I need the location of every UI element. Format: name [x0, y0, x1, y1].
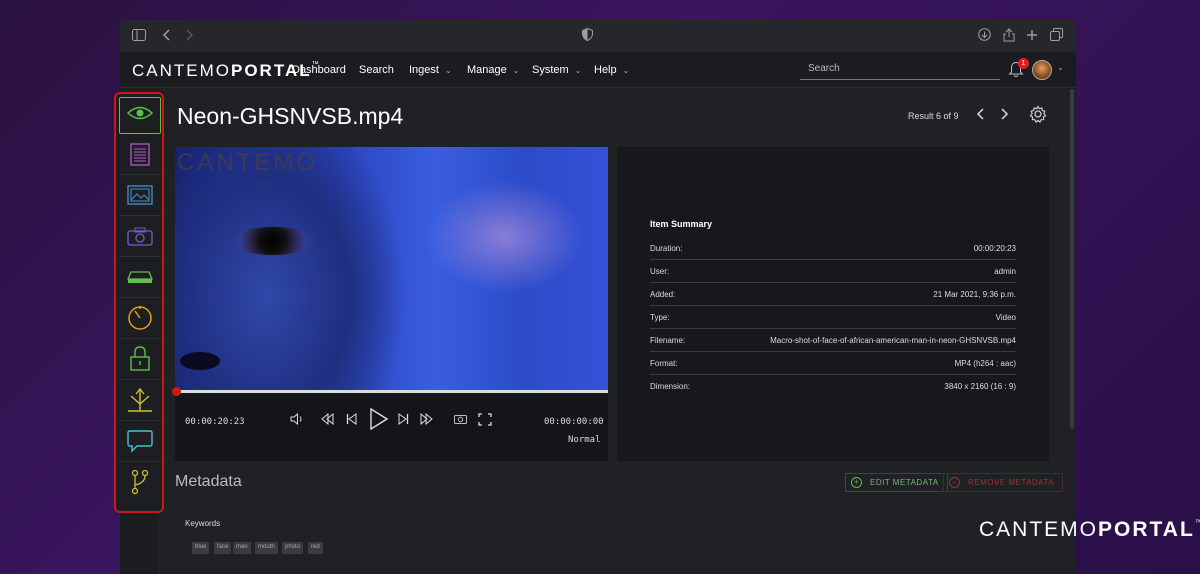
item-sidebar	[114, 92, 164, 513]
next-result-button[interactable]	[1000, 107, 1009, 124]
branch-icon	[130, 469, 150, 500]
tabs-overview-icon[interactable]	[1050, 28, 1063, 44]
shield-icon	[582, 27, 593, 44]
chevron-down-icon: ⌄	[574, 66, 582, 75]
keyword-tag[interactable]: red	[308, 542, 323, 554]
camera-icon	[127, 226, 153, 251]
sidebar-icon[interactable]	[132, 28, 146, 44]
frame-back-icon[interactable]	[320, 412, 334, 428]
skip-end-icon[interactable]	[397, 413, 409, 428]
gear-icon[interactable]	[1029, 105, 1047, 128]
app-logo[interactable]: CANTEMOPORTAL™	[132, 61, 319, 81]
keyword-tag[interactable]: man	[233, 542, 251, 554]
chevron-right-icon[interactable]	[184, 28, 194, 44]
video-eye-detail	[230, 227, 315, 255]
keywords-label: Keywords	[185, 519, 221, 528]
summary-row: User: admin	[650, 260, 1016, 283]
skip-start-icon[interactable]	[346, 413, 358, 428]
previous-result-button[interactable]	[976, 107, 985, 124]
plus-icon: +	[851, 477, 862, 488]
chevron-down-icon: ⌄	[444, 66, 452, 75]
summary-row: Duration: 00:00:20:23	[650, 237, 1016, 260]
fullscreen-icon[interactable]	[478, 413, 492, 429]
timer-icon	[127, 305, 153, 336]
sidebar-item-comments[interactable]	[119, 425, 161, 462]
edit-metadata-button[interactable]: + EDIT METADATA	[845, 473, 948, 492]
summary-row: Format: MP4 (h264 : aac)	[650, 352, 1016, 375]
lock-icon	[130, 345, 150, 377]
browser-toolbar	[120, 20, 1076, 53]
remove-metadata-button[interactable]: − REMOVE METADATA	[943, 473, 1064, 492]
volume-icon[interactable]	[290, 412, 304, 428]
keyword-tag[interactable]: blue	[192, 542, 210, 554]
sidebar-item-distribute[interactable]	[119, 384, 161, 421]
sidebar-item-document[interactable]	[119, 138, 161, 175]
chevron-down-icon: ⌄	[622, 66, 630, 75]
scrollbar[interactable]	[1070, 89, 1074, 429]
search-input[interactable]: Search	[800, 60, 1000, 80]
progress-bar[interactable]	[175, 390, 608, 393]
main-content: Neon-GHSNVSB.mp4 Result 6 of 9 CANTEMO 0…	[120, 89, 1076, 574]
progress-handle[interactable]	[172, 387, 181, 396]
comment-icon	[127, 429, 153, 458]
keyword-tag[interactable]: mouth	[255, 542, 278, 554]
video-player: CANTEMO 00:00:20:23 00:00:00:00 Normal	[172, 147, 608, 461]
item-summary-panel: Item Summary Duration: 00:00:20:23 User: a…	[617, 147, 1049, 461]
summary-title: Item Summary	[650, 219, 713, 229]
playback-speed[interactable]: Normal	[568, 435, 601, 445]
nav-search[interactable]: Search	[359, 64, 394, 76]
sidebar-item-versions[interactable]	[119, 466, 161, 503]
app-header: CANTEMOPORTAL™ Dashboard Search Ingest ⌄ …	[120, 53, 1076, 88]
page-title: Neon-GHSNVSB.mp4	[177, 103, 404, 129]
avatar[interactable]	[1032, 60, 1052, 80]
image-icon	[127, 184, 153, 210]
video-watermark: CANTEMO	[177, 149, 318, 176]
download-icon[interactable]	[978, 28, 991, 44]
share-browser-icon[interactable]	[1003, 28, 1015, 45]
keyword-tag[interactable]: photo	[282, 542, 304, 554]
summary-row: Type: Video	[650, 306, 1016, 329]
share-icon	[127, 387, 153, 418]
play-icon[interactable]	[369, 407, 389, 434]
sidebar-item-storage[interactable]	[119, 261, 161, 298]
chevron-down-icon[interactable]: ⌄	[1057, 63, 1064, 72]
sidebar-item-images[interactable]	[119, 179, 161, 216]
minus-icon: −	[949, 477, 960, 488]
document-icon	[130, 142, 150, 171]
nav-dashboard[interactable]: Dashboard	[292, 64, 346, 76]
browser-window: CANTEMOPORTAL™ Dashboard Search Ingest ⌄ …	[120, 20, 1076, 574]
result-counter: Result 6 of 9	[908, 111, 959, 121]
summary-row: Filename: Macro-shot-of-face-of-african-a…	[650, 329, 1016, 352]
sidebar-item-camera[interactable]	[119, 220, 161, 257]
new-tab-icon[interactable]	[1026, 28, 1038, 44]
video-shadow-detail	[180, 352, 220, 370]
summary-row: Dimension: 3840 x 2160 (16 : 9)	[650, 382, 1016, 391]
brand-logo: CANTEMOPORTAL™	[979, 518, 1200, 541]
nav-manage[interactable]: Manage ⌄	[467, 64, 519, 76]
frame-forward-icon[interactable]	[420, 412, 434, 428]
sidebar-item-access[interactable]	[119, 343, 161, 380]
storage-icon	[127, 270, 153, 289]
nav-system[interactable]: System ⌄	[532, 64, 581, 76]
end-timecode: 00:00:00:00	[544, 417, 604, 427]
current-timecode: 00:00:20:23	[185, 417, 245, 427]
sidebar-item-timer[interactable]	[119, 302, 161, 339]
chevron-left-icon[interactable]	[162, 28, 172, 44]
keyword-tag[interactable]: face	[214, 542, 232, 554]
nav-ingest[interactable]: Ingest ⌄	[409, 64, 452, 76]
metadata-heading: Metadata	[175, 473, 242, 490]
notification-badge: 1	[1018, 58, 1029, 69]
summary-row: Added: 21 Mar 2021, 9:36 p.m.	[650, 283, 1016, 306]
sidebar-item-view[interactable]	[119, 97, 161, 134]
nav-help[interactable]: Help ⌄	[594, 64, 629, 76]
chevron-down-icon: ⌄	[512, 66, 520, 75]
video-frame[interactable]: CANTEMO	[175, 147, 608, 392]
eye-icon	[126, 105, 154, 126]
snapshot-icon[interactable]	[454, 413, 467, 427]
